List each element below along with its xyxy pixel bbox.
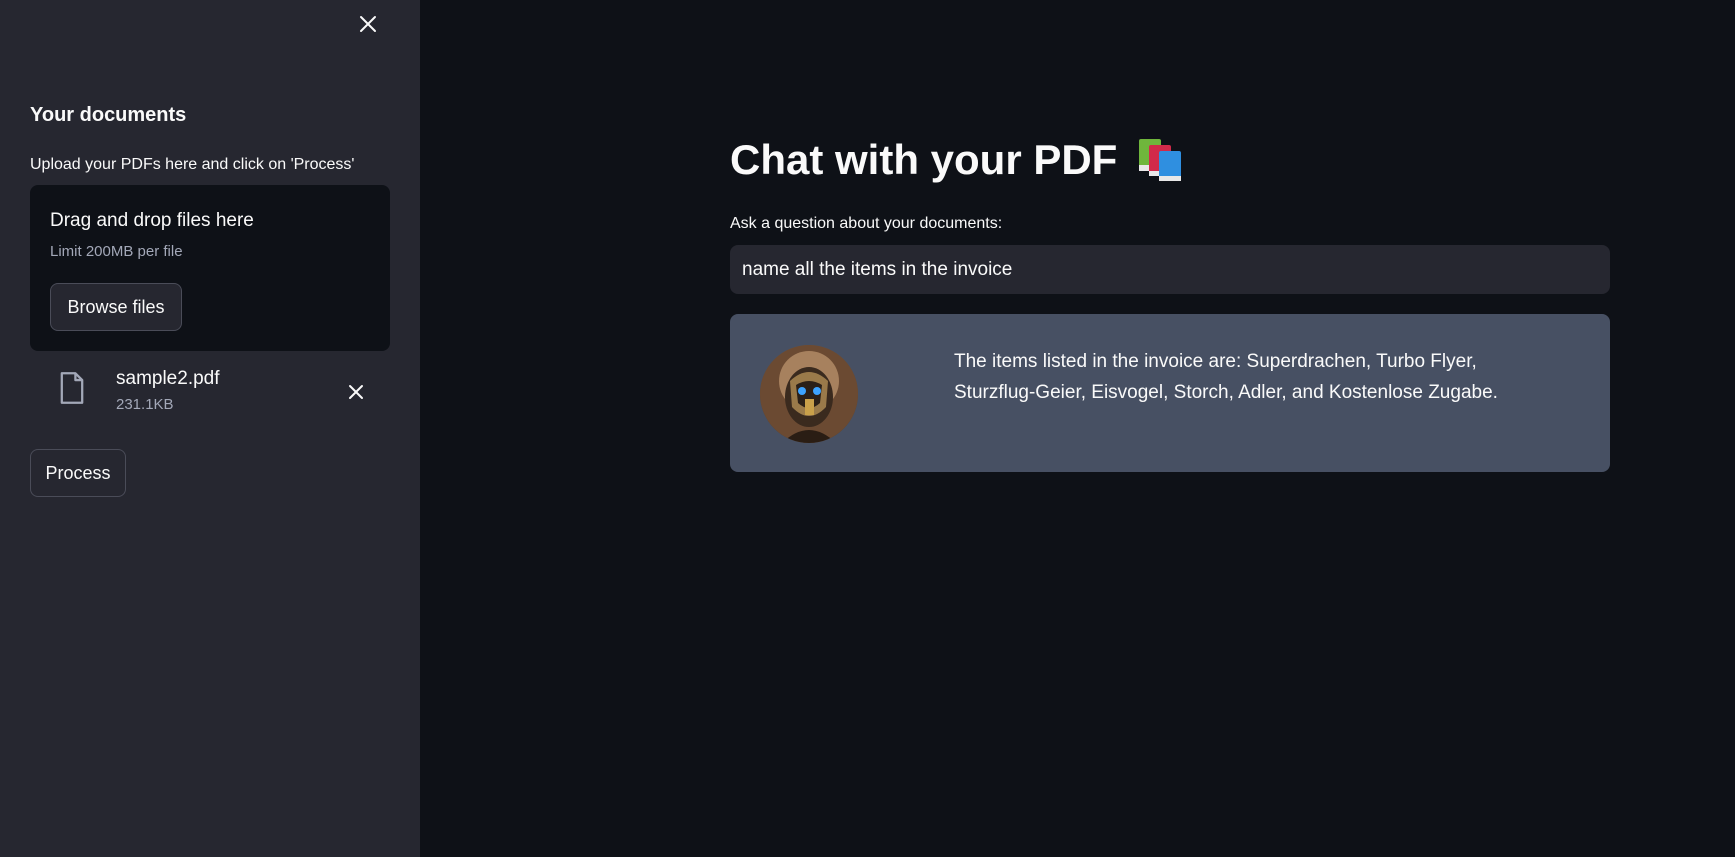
app: Your documents Upload your PDFs here and… xyxy=(0,0,1735,857)
file-name: sample2.pdf xyxy=(116,368,220,389)
sidebar-title: Your documents xyxy=(30,104,187,126)
page-title-text: Chat with your PDF xyxy=(730,136,1118,183)
file-dropzone[interactable]: Drag and drop files here Limit 200MB per… xyxy=(30,185,390,351)
dropzone-title: Drag and drop files here xyxy=(50,210,254,231)
close-icon xyxy=(360,16,376,32)
robot-avatar-icon xyxy=(760,345,858,443)
bot-message-text: The items listed in the invoice are: Sup… xyxy=(954,351,1498,403)
bot-avatar xyxy=(760,345,858,443)
question-label: Ask a question about your documents: xyxy=(730,215,1003,232)
file-icon xyxy=(60,372,84,404)
question-input[interactable] xyxy=(730,245,1610,294)
page-title: Chat with your PDF xyxy=(730,136,1183,184)
sidebar: Your documents Upload your PDFs here and… xyxy=(0,0,420,857)
process-button[interactable]: Process xyxy=(30,449,126,497)
upload-label: Upload your PDFs here and click on 'Proc… xyxy=(30,156,355,173)
remove-file-button[interactable] xyxy=(344,380,368,404)
close-icon xyxy=(349,385,363,399)
uploaded-file-item: sample2.pdf 231.1KB xyxy=(30,366,390,418)
browse-files-button[interactable]: Browse files xyxy=(50,283,182,331)
bot-message: The items listed in the invoice are: Sup… xyxy=(730,314,1610,472)
file-size: 231.1KB xyxy=(116,396,174,413)
books-icon xyxy=(1139,139,1182,181)
close-sidebar-button[interactable] xyxy=(354,10,382,38)
dropzone-limit: Limit 200MB per file xyxy=(50,243,183,260)
